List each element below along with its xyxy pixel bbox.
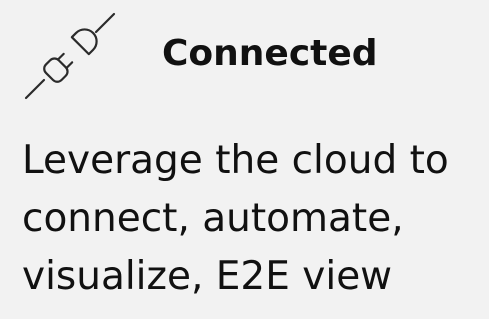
card-description: Leverage the cloud to connect, automate,… <box>22 132 484 306</box>
feature-card: Connected Leverage the cloud to connect,… <box>0 0 489 319</box>
description-line: Leverage the cloud to <box>22 138 449 183</box>
card-header: Connected <box>20 8 480 108</box>
description-line: connect, automate, <box>22 196 404 241</box>
plug-icon <box>24 12 116 100</box>
card-title: Connected <box>162 33 378 74</box>
description-line: visualize, E2E view <box>22 254 393 299</box>
